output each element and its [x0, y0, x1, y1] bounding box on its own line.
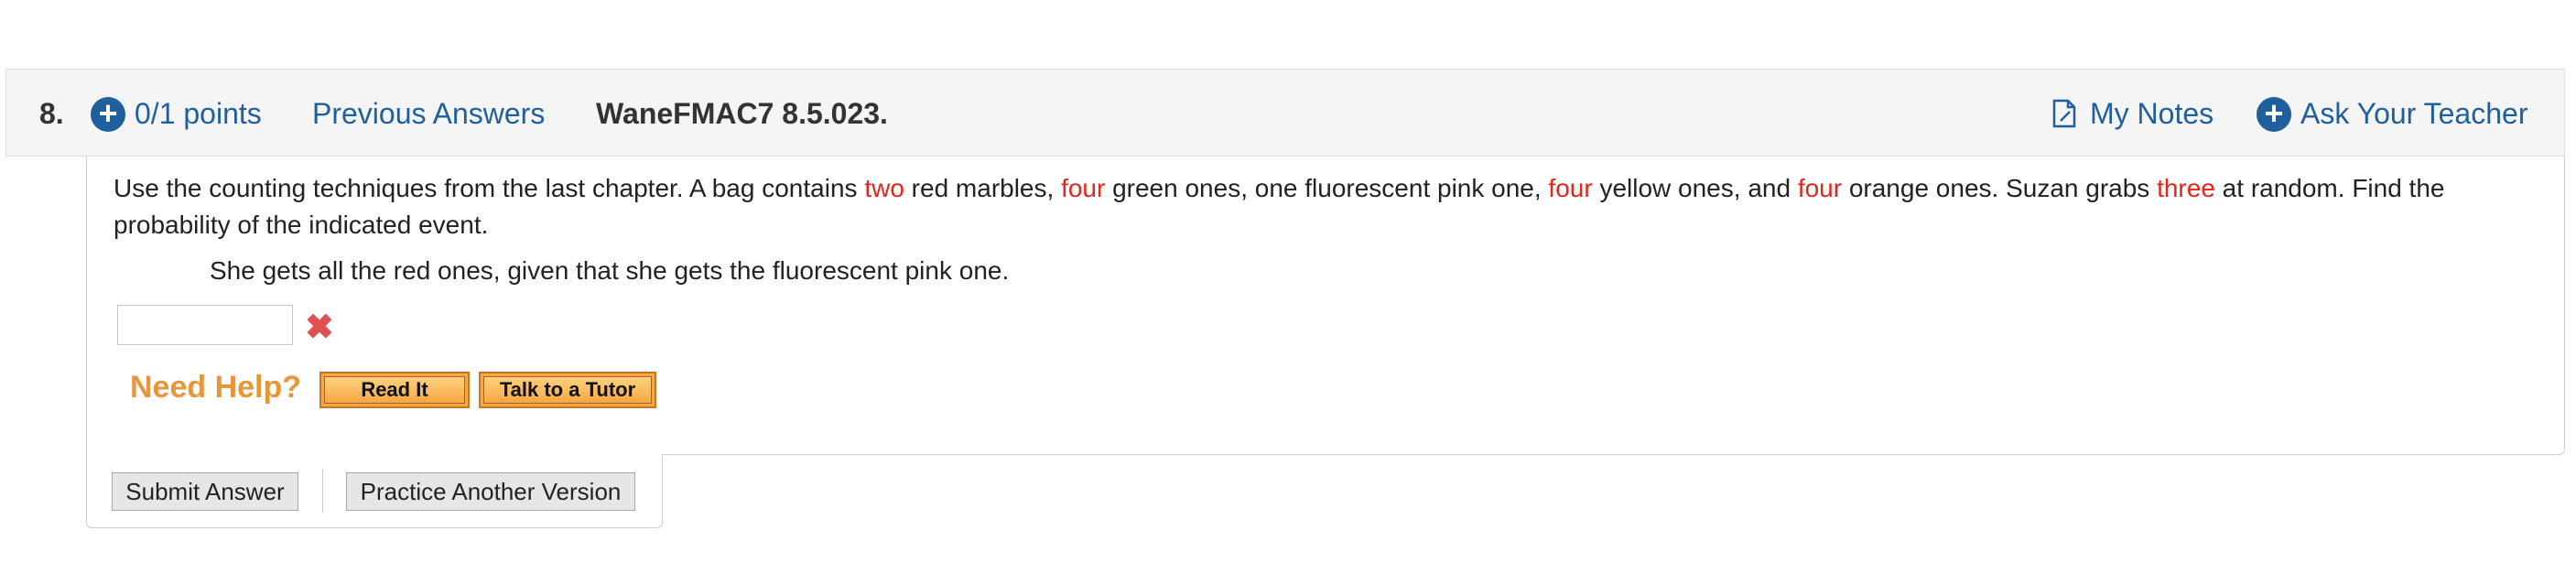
question-header: 8. + 0/1 points Previous Answers WaneFMA… [5, 69, 2565, 157]
question-text-segment: orange ones. Suzan grabs [1842, 174, 2158, 202]
plus-circle-icon[interactable]: + [2257, 97, 2291, 132]
question-number: 8. [39, 97, 64, 130]
question-text: Use the counting techniques from the las… [114, 170, 2530, 243]
practice-another-version-button[interactable]: Practice Another Version [346, 472, 635, 511]
highlighted-value: three [2157, 174, 2215, 202]
question-text-segment: red marbles, [904, 174, 1062, 202]
talk-to-tutor-button[interactable]: Talk to a Tutor [479, 372, 656, 408]
notes-icon[interactable] [2051, 99, 2077, 133]
submit-answer-button[interactable]: Submit Answer [112, 472, 298, 511]
read-it-button[interactable]: Read It [319, 372, 470, 408]
assignment-code: WaneFMAC7 8.5.023. [596, 97, 888, 130]
highlighted-value: two [864, 174, 904, 202]
need-help-label: Need Help? [130, 370, 302, 405]
points-link[interactable]: 0/1 points [135, 97, 262, 131]
button-divider [322, 469, 323, 513]
x-mark-icon: ✖ [305, 308, 334, 347]
question-text-segment: green ones, one fluorescent pink one, [1105, 174, 1549, 202]
sub-question: She gets all the red ones, given that sh… [210, 256, 1010, 285]
question-text-segment: yellow ones, and [1592, 174, 1798, 202]
plus-circle-icon[interactable]: + [91, 97, 125, 132]
answer-input[interactable] [117, 305, 293, 345]
read-it-label: Read It [324, 376, 465, 404]
highlighted-value: four [1061, 174, 1106, 202]
highlighted-value: four [1548, 174, 1593, 202]
previous-answers-link[interactable]: Previous Answers [312, 97, 545, 131]
highlighted-value: four [1797, 174, 1843, 202]
talk-to-tutor-label: Talk to a Tutor [483, 376, 652, 404]
my-notes-link[interactable]: My Notes [2090, 97, 2213, 131]
ask-your-teacher-link[interactable]: Ask Your Teacher [2300, 97, 2527, 131]
question-text-segment: Use the counting techniques from the las… [114, 174, 865, 202]
